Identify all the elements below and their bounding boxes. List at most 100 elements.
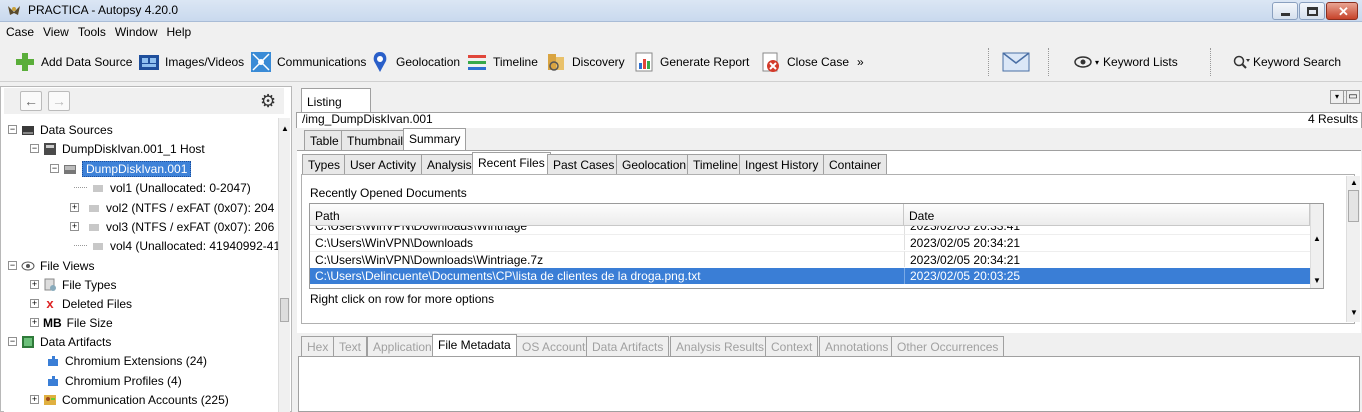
table-row[interactable]: C:\Users\WinVPN\Downloads\Wintriage — [310, 226, 904, 234]
tab-recent-files[interactable]: Recent Files — [472, 152, 551, 174]
tab-past-cases[interactable]: Past Cases — [547, 154, 621, 174]
scroll-down-icon[interactable]: ▼ — [1350, 308, 1358, 317]
file-types-icon — [44, 278, 56, 291]
vol1-label: vol1 (Unallocated: 0-2047) — [110, 180, 251, 195]
tab-geolocation[interactable]: Geolocation — [616, 154, 693, 174]
collapse-toggle[interactable]: − — [8, 125, 17, 134]
column-date[interactable]: Date — [904, 204, 1310, 226]
tab-file-metadata[interactable]: File Metadata — [432, 334, 517, 356]
scroll-down-icon[interactable]: ▼ — [1313, 276, 1321, 285]
maximize-button[interactable] — [1299, 2, 1325, 20]
expand-toggle[interactable]: + — [30, 280, 39, 289]
tab-timeline[interactable]: Timeline — [687, 154, 744, 174]
expand-toggle[interactable]: + — [30, 318, 39, 327]
expand-toggle[interactable]: + — [70, 222, 79, 231]
add-data-source-button[interactable]: Add Data Source — [14, 51, 132, 73]
scroll-up-icon[interactable]: ▲ — [1313, 234, 1321, 243]
tab-types[interactable]: Types — [302, 154, 347, 174]
maximize-panel-icon[interactable]: ▭ — [1346, 90, 1360, 104]
tab-other-occurrences[interactable]: Other Occurrences — [891, 336, 1005, 356]
discovery-label: Discovery — [572, 55, 625, 69]
minimize-button[interactable] — [1272, 2, 1298, 20]
toolbar-overflow-chevron[interactable]: » — [857, 55, 864, 69]
menu-window[interactable]: Window — [109, 22, 161, 39]
tree-node-file-size[interactable]: + MB File Size — [30, 313, 113, 332]
tab-container[interactable]: Container — [823, 154, 888, 174]
close-case-button[interactable]: Close Case » — [760, 51, 864, 73]
close-window-button[interactable]: ✕ — [1326, 2, 1358, 20]
tab-ingest-history[interactable]: Ingest History — [739, 154, 825, 174]
communications-button[interactable]: Communications — [250, 51, 366, 73]
collapse-toggle[interactable]: − — [8, 337, 17, 346]
tab-os-account[interactable]: OS Account — [516, 336, 592, 356]
tree-node-vol4[interactable]: vol4 (Unallocated: 41940992-41 — [74, 236, 278, 255]
accounts-icon — [44, 394, 56, 405]
tree-node-file-views[interactable]: − File Views — [8, 256, 94, 275]
timeline-button[interactable]: Timeline — [466, 51, 538, 73]
email-button[interactable] — [1002, 51, 1030, 73]
table-row[interactable]: 2023/02/05 20:33:41 — [904, 226, 1310, 234]
expand-toggle[interactable]: + — [70, 203, 79, 212]
results-count: 4 Results — [1307, 112, 1358, 126]
tab-context[interactable]: Context — [765, 336, 819, 356]
back-arrow-icon[interactable]: ← — [20, 91, 42, 111]
geolocation-button[interactable]: Geolocation — [369, 51, 460, 73]
expand-toggle[interactable]: + — [30, 395, 39, 404]
menu-case[interactable]: Case — [0, 22, 37, 39]
generate-report-button[interactable]: Generate Report — [633, 51, 749, 73]
forward-arrow-icon[interactable]: → — [48, 91, 70, 111]
table-row[interactable]: C:\Users\WinVPN\Downloads\Wintriage.7z — [310, 251, 904, 267]
expand-toggle[interactable]: + — [30, 299, 39, 308]
tab-application[interactable]: Application — [367, 336, 438, 356]
tab-text[interactable]: Text — [333, 336, 368, 356]
keyword-search-button[interactable]: Keyword Search — [1233, 51, 1341, 73]
collapse-toggle[interactable]: − — [50, 164, 59, 173]
tree-node-vol1[interactable]: vol1 (Unallocated: 0-2047) — [74, 178, 251, 197]
tree-node-host[interactable]: − DumpDiskIvan.001_1 Host — [30, 139, 205, 158]
tab-user-activity[interactable]: User Activity — [344, 154, 423, 174]
menu-view[interactable]: View — [37, 22, 72, 39]
keyword-lists-button[interactable]: ▾ Keyword Lists — [1074, 51, 1178, 73]
scroll-up-icon[interactable]: ▲ — [1350, 178, 1358, 187]
tree-scrollbar[interactable]: ▲ — [278, 118, 290, 412]
tab-listing[interactable]: Listing — [301, 88, 371, 112]
tree-node-vol3[interactable]: + vol3 (NTFS / exFAT (0x07): 206 — [70, 217, 274, 236]
menu-tools[interactable]: Tools — [72, 22, 109, 39]
tab-analysis[interactable]: Analysis — [421, 154, 478, 174]
scroll-up-icon[interactable]: ▲ — [281, 124, 289, 133]
tree-node-deleted-files[interactable]: + x Deleted Files — [30, 294, 132, 313]
table-scrollbar[interactable]: ▲ ▼ — [1310, 204, 1323, 288]
tree-node-chromium-extensions[interactable]: Chromium Extensions (24) — [46, 351, 207, 370]
table-row[interactable]: 2023/02/05 20:34:21 — [904, 251, 1310, 267]
images-videos-button[interactable]: Images/Videos — [138, 51, 244, 73]
column-path[interactable]: Path — [310, 204, 904, 226]
table-row[interactable]: 2023/02/05 20:34:21 — [904, 234, 1310, 250]
discovery-button[interactable]: Discovery — [545, 51, 625, 73]
tree-node-data-sources[interactable]: − Data Sources — [8, 120, 113, 139]
host-icon — [44, 142, 56, 155]
tab-table[interactable]: Table — [304, 130, 345, 150]
tree-node-communication-accounts[interactable]: + Communication Accounts (225) — [30, 390, 229, 409]
tab-thumbnail[interactable]: Thumbnail — [341, 130, 410, 150]
collapse-toggle[interactable]: − — [30, 144, 39, 153]
tab-summary[interactable]: Summary — [403, 128, 467, 150]
tab-hex[interactable]: Hex — [301, 336, 335, 356]
collapse-toggle[interactable]: − — [8, 261, 17, 270]
tab-list-dropdown-icon[interactable]: ▾ — [1330, 90, 1344, 104]
tree-node-chromium-profiles[interactable]: Chromium Profiles (4) — [46, 371, 182, 390]
table-row[interactable]: C:\Users\WinVPN\Downloads — [310, 234, 904, 250]
tab-annotations[interactable]: Annotations — [819, 336, 895, 356]
summary-scrollbar[interactable]: ▲ ▼ — [1346, 176, 1360, 322]
scroll-thumb[interactable] — [280, 298, 289, 322]
table-row-selected[interactable]: 2023/02/05 20:03:25 — [904, 268, 1310, 284]
scroll-thumb[interactable] — [1348, 190, 1359, 222]
gear-icon[interactable]: ⚙ — [260, 91, 280, 111]
tab-analysis-results[interactable]: Analysis Results — [670, 336, 771, 356]
tree-node-file-types[interactable]: + File Types — [30, 275, 116, 294]
tree-node-data-artifacts[interactable]: − Data Artifacts — [8, 332, 111, 351]
tab-data-artifacts[interactable]: Data Artifacts — [586, 336, 670, 356]
tree-node-image[interactable]: − DumpDiskIvan.001 — [50, 159, 192, 178]
tree-node-vol2[interactable]: + vol2 (NTFS / exFAT (0x07): 204 — [70, 198, 274, 217]
menu-help[interactable]: Help — [161, 22, 195, 39]
table-row-selected[interactable]: C:\Users\Delincuente\Documents\CP\lista … — [310, 268, 904, 284]
